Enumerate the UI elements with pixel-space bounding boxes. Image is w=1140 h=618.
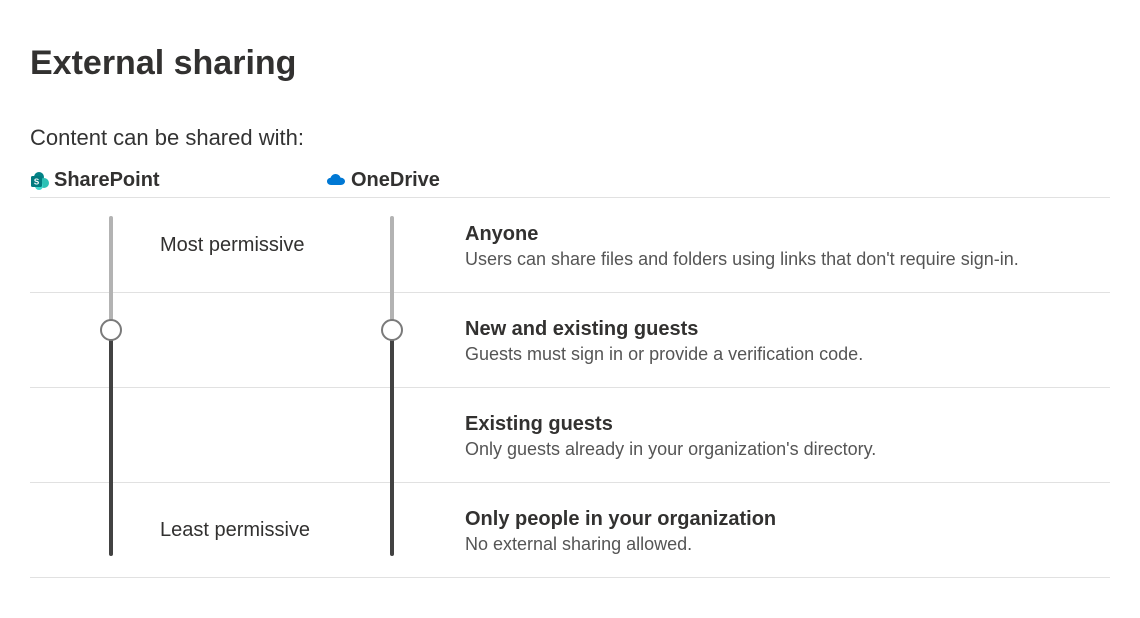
option-subtitle: Only guests already in your organization…	[465, 439, 1100, 460]
onedrive-slider-handle[interactable]	[381, 319, 403, 341]
page-subtitle: Content can be shared with:	[30, 125, 1110, 151]
column-headers: S SharePoint OneDrive	[30, 169, 1110, 198]
svg-text:S: S	[34, 177, 40, 186]
column-onedrive-label: OneDrive	[351, 169, 440, 192]
external-sharing-panel: External sharing Content can be shared w…	[0, 0, 1140, 608]
legend-least-permissive: Least permissive	[160, 519, 325, 542]
sharepoint-slider-handle[interactable]	[100, 319, 122, 341]
sharing-levels: Most permissive Anyone Users can share f…	[30, 198, 1110, 578]
column-sharepoint: S SharePoint	[30, 169, 325, 192]
level-row: Least permissive Only people in your org…	[30, 483, 1110, 578]
option-title: Only people in your organization	[465, 506, 1100, 532]
sharepoint-icon: S	[30, 171, 50, 191]
level-row: Existing guests Only guests already in y…	[30, 388, 1110, 483]
option-subtitle: Guests must sign in or provide a verific…	[465, 344, 1100, 365]
onedrive-cloud-icon	[325, 173, 347, 189]
level-row: New and existing guests Guests must sign…	[30, 293, 1110, 388]
option-title: New and existing guests	[465, 316, 1100, 342]
option-title: Anyone	[465, 221, 1100, 247]
column-sharepoint-label: SharePoint	[54, 169, 160, 192]
page-title: External sharing	[30, 44, 1110, 83]
option-title: Existing guests	[465, 411, 1100, 437]
column-onedrive: OneDrive	[325, 169, 1110, 192]
option-subtitle: Users can share files and folders using …	[465, 249, 1100, 270]
legend-most-permissive: Most permissive	[160, 234, 325, 257]
option-subtitle: No external sharing allowed.	[465, 534, 1100, 555]
level-row: Most permissive Anyone Users can share f…	[30, 198, 1110, 293]
